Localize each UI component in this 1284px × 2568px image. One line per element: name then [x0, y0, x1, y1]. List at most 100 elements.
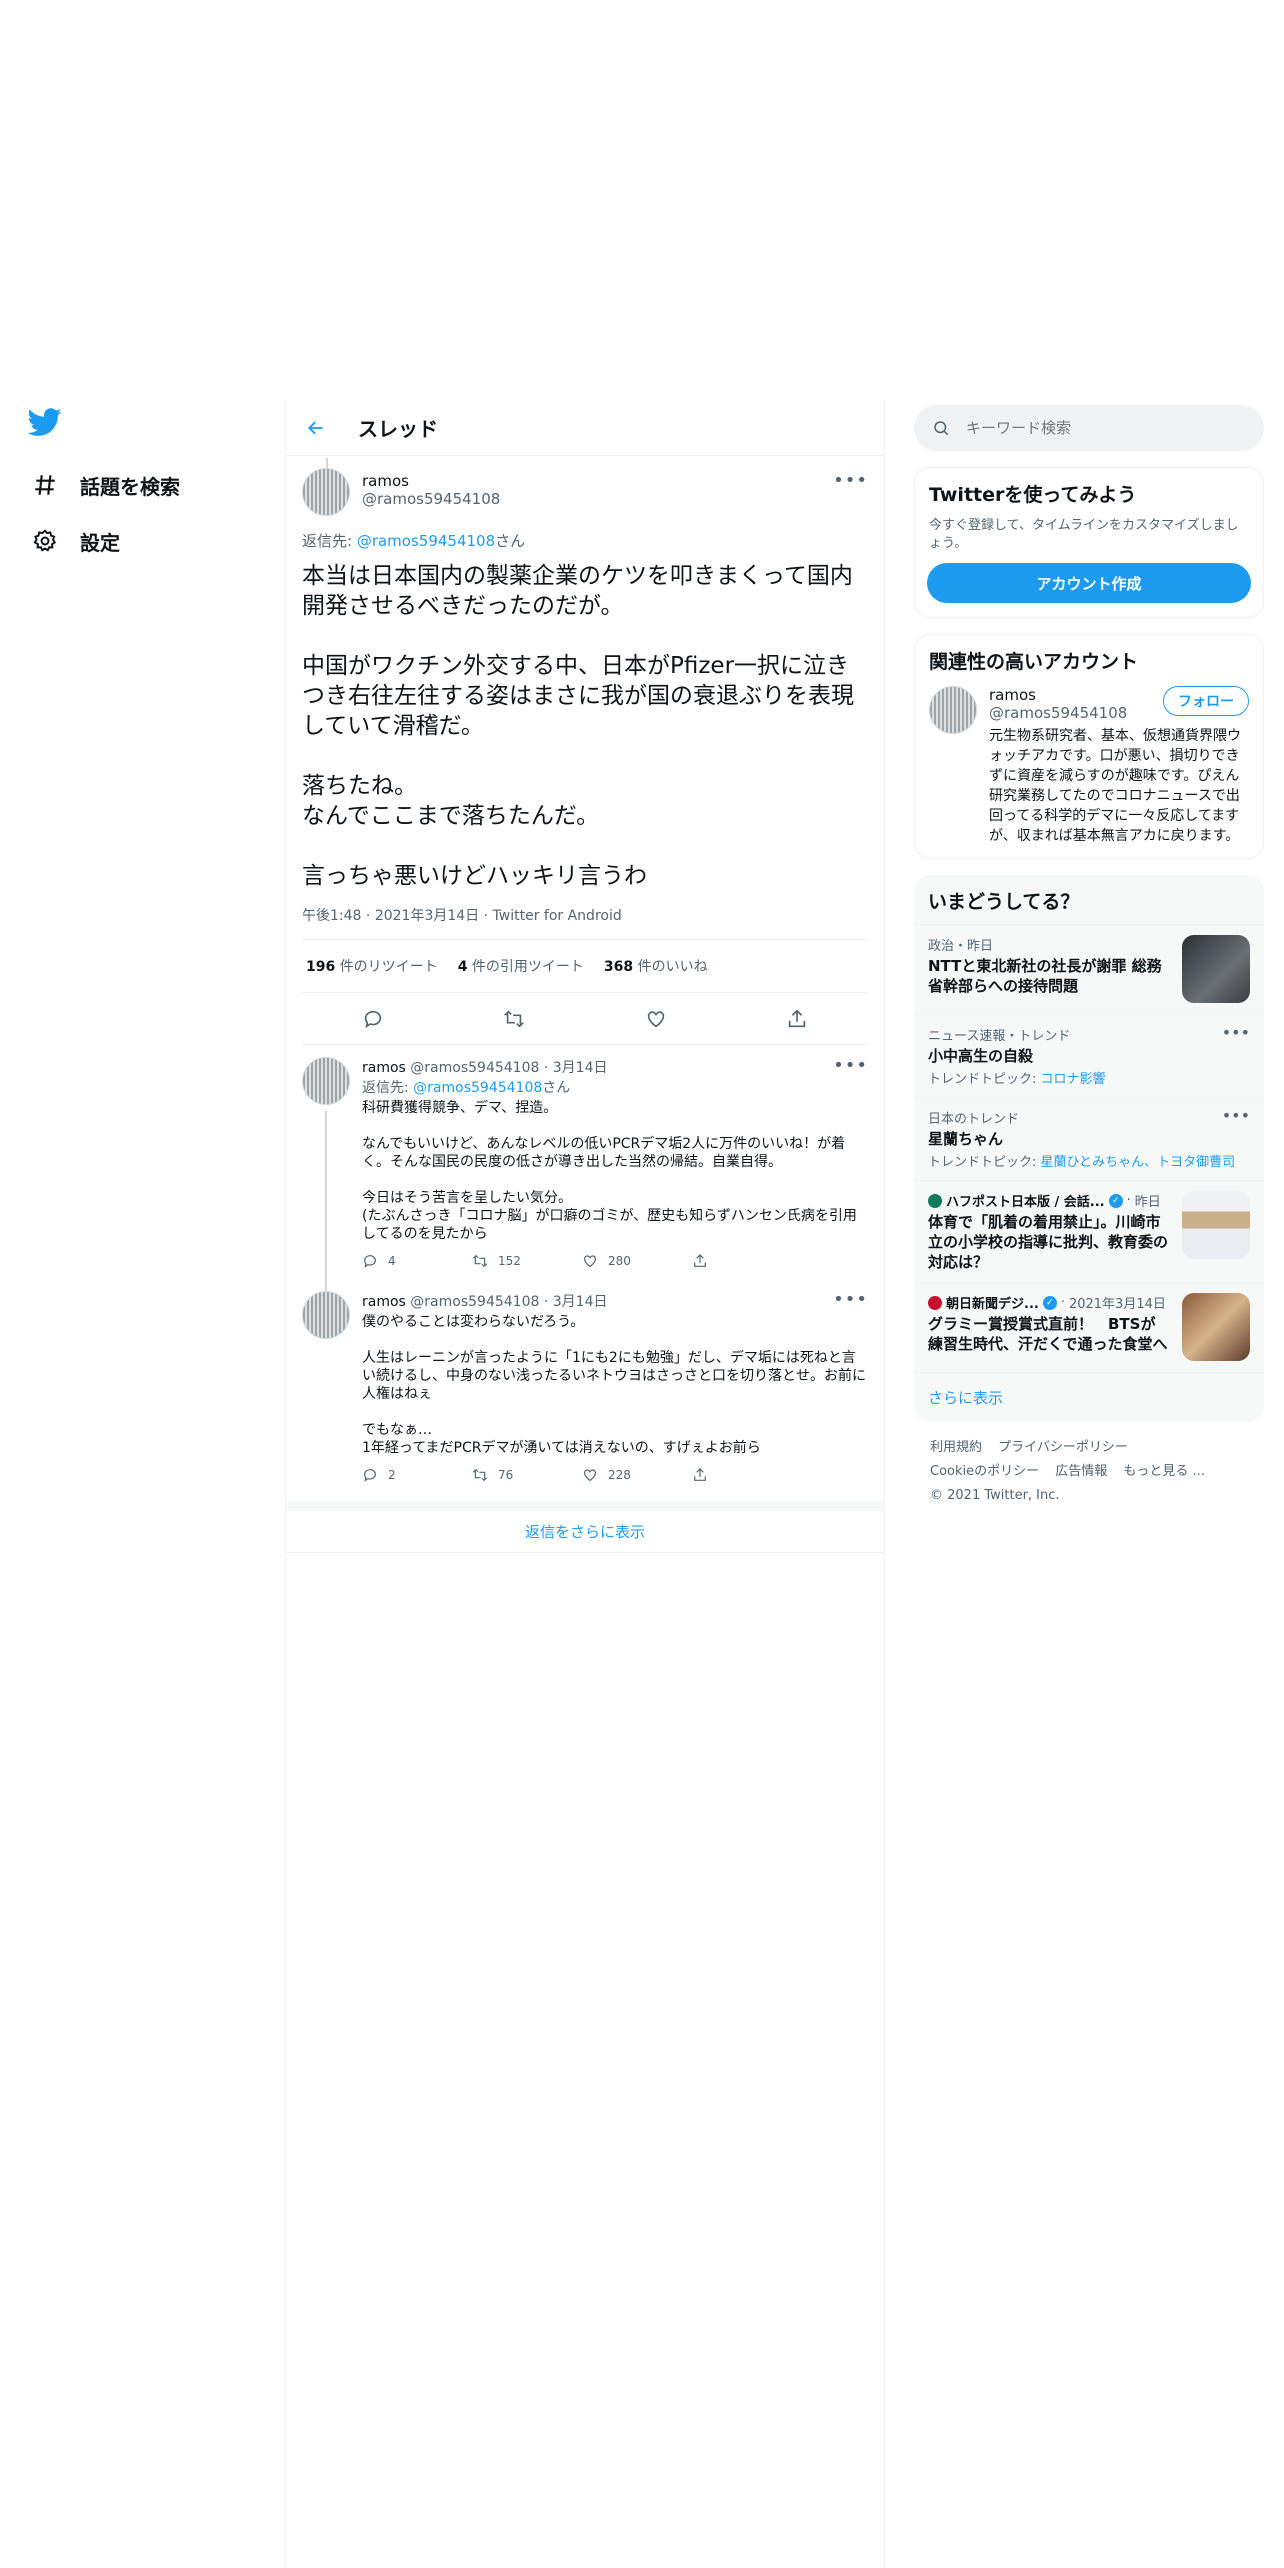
- trend-item[interactable]: 政治・昨日 NTTと東北新社の社長が謝罪 総務省幹部らへの接待問題: [914, 924, 1264, 1014]
- follow-button[interactable]: フォロー: [1163, 686, 1249, 716]
- trend-topic-link[interactable]: 星蘭ひとみちゃん、トヨタ御曹司: [1041, 1155, 1236, 1170]
- reply-date[interactable]: 3月14日: [553, 1294, 608, 1310]
- reply-to-line: 返信先: @ramos59454108さん: [362, 1077, 868, 1097]
- trend-item[interactable]: 日本のトレンド ••• 星蘭ちゃん トレンドトピック: 星蘭ひとみちゃん、トヨタ…: [914, 1097, 1264, 1180]
- trend-item[interactable]: ニュース速報・トレンド ••• 小中高生の自殺 トレンドトピック: コロナ影響: [914, 1014, 1264, 1097]
- nav-explore[interactable]: 話題を検索: [28, 457, 258, 513]
- nav-settings[interactable]: 設定: [28, 513, 258, 569]
- create-account-button[interactable]: アカウント作成: [927, 563, 1251, 603]
- like-button[interactable]: 228: [582, 1467, 692, 1483]
- source-name: ハフポスト日本版 / 会話...: [946, 1195, 1105, 1210]
- more-options-icon[interactable]: •••: [833, 1055, 868, 1076]
- related-bio: 元生物系研究者、基本、仮想通貨界隈ウォッチアカです。口が悪い、損切りできずに資産…: [989, 728, 1241, 844]
- avatar[interactable]: [929, 686, 977, 734]
- reply-actions: 4 152 280: [362, 1253, 868, 1269]
- like-icon[interactable]: [645, 1008, 667, 1030]
- retweet-button[interactable]: 76: [472, 1467, 582, 1483]
- related-account[interactable]: ramos @ramos59454108 フォロー 元生物系研究者、基本、仮想通…: [915, 674, 1263, 858]
- related-accounts-card: 関連性の高いアカウント ramos @ramos59454108 フォロー 元生…: [914, 634, 1264, 859]
- more-options-icon[interactable]: •••: [833, 1289, 868, 1310]
- like-button[interactable]: 280: [582, 1253, 692, 1269]
- share-icon: [694, 1468, 706, 1481]
- show-more-replies-button[interactable]: 返信をさらに表示: [286, 1501, 884, 1553]
- privacy-link[interactable]: プライバシーポリシー: [998, 1440, 1128, 1455]
- terms-link[interactable]: 利用規約: [930, 1440, 982, 1455]
- reply-to-prefix: 返信先:: [302, 532, 357, 550]
- reply-text: 科研費獲得競争、デマ、捏造。 なんでもいいけど、あんなレベルの低いPCRデマ垢2…: [362, 1100, 857, 1242]
- twitter-logo-icon[interactable]: [28, 405, 62, 439]
- reply-icon: [364, 1469, 376, 1482]
- reply-tweet[interactable]: ramos @ramos59454108 · 3月14日 ••• 僕のやることは…: [286, 1279, 884, 1493]
- ads-link[interactable]: 広告情報: [1055, 1464, 1107, 1479]
- trends-title: いまどうしてる？: [928, 891, 1080, 913]
- reply-to-suffix: さん: [542, 1080, 571, 1096]
- reply-to-link[interactable]: @ramos59454108: [357, 532, 495, 550]
- more-options-icon[interactable]: •••: [1222, 1106, 1250, 1125]
- trend-title: 星蘭ちゃん: [928, 1130, 1004, 1148]
- trend-item[interactable]: ハフポスト日本版 / 会話... ✓ · 昨日 体育で「肌着の着用禁止」。川崎市…: [914, 1180, 1264, 1282]
- related-name[interactable]: ramos: [989, 686, 1127, 704]
- reply-author-name[interactable]: ramos: [362, 1060, 406, 1076]
- reply-icon: [364, 1255, 376, 1268]
- page-title: スレッド: [358, 417, 438, 441]
- search-icon: [934, 421, 949, 436]
- back-arrow-icon[interactable]: [302, 414, 330, 442]
- retweet-count[interactable]: 196 件のリツイート: [306, 956, 438, 976]
- share-button[interactable]: [692, 1467, 802, 1483]
- trend-thumbnail: [1182, 1293, 1250, 1361]
- reply-author-handle[interactable]: @ramos59454108: [410, 1060, 539, 1076]
- tweet-time[interactable]: 午後1:48: [302, 908, 361, 924]
- retweet-icon[interactable]: [503, 1008, 525, 1030]
- search-box[interactable]: [914, 405, 1264, 451]
- source-avatar: [928, 1193, 942, 1208]
- trend-topic-link[interactable]: コロナ影響: [1041, 1072, 1106, 1087]
- reply-author-name[interactable]: ramos: [362, 1294, 406, 1310]
- trend-category: 日本のトレンド: [928, 1112, 1020, 1127]
- avatar[interactable]: [302, 468, 350, 516]
- source-avatar: [928, 1295, 942, 1310]
- trend-title: グラミー賞授賞式直前！ BTSが練習生時代、汗だくで通った食堂へ: [928, 1315, 1168, 1353]
- tweet-client[interactable]: Twitter for Android: [493, 908, 622, 924]
- source-time: 昨日: [1134, 1195, 1161, 1210]
- verified-badge-icon: ✓: [1042, 1295, 1057, 1310]
- hashtag-icon: [28, 468, 62, 502]
- trend-item[interactable]: 朝日新聞デジ... ✓ · 2021年3月14日 グラミー賞授賞式直前！ BTS…: [914, 1282, 1264, 1372]
- tweet-date[interactable]: 2021年3月14日: [375, 908, 479, 924]
- reply-author-handle[interactable]: @ramos59454108: [410, 1294, 539, 1310]
- right-sidebar: Twitterを使ってみよう 今すぐ登録して、タイムラインをカスタマイズしましょ…: [914, 405, 1264, 1522]
- related-handle[interactable]: @ramos59454108: [989, 704, 1127, 722]
- reply-icon[interactable]: [362, 1008, 384, 1030]
- reply-to-prefix: 返信先:: [362, 1080, 414, 1096]
- reply-button[interactable]: 4: [362, 1253, 472, 1269]
- focused-tweet: ramos @ramos59454108 ••• 返信先: @ramos5945…: [286, 456, 884, 1045]
- more-options-icon[interactable]: •••: [833, 470, 868, 491]
- related-title: 関連性の高いアカウント: [929, 651, 1139, 673]
- reply-tweet[interactable]: ramos @ramos59454108 · 3月14日 ••• 返信先: @r…: [286, 1045, 884, 1311]
- show-more-trends-link[interactable]: さらに表示: [914, 1372, 1264, 1422]
- trend-subtitle: トレンドトピック: コロナ影響: [928, 1072, 1106, 1087]
- author-handle[interactable]: @ramos59454108: [362, 490, 500, 508]
- more-options-icon[interactable]: •••: [1222, 1023, 1250, 1042]
- footer-more-link[interactable]: もっと見る ...: [1123, 1464, 1205, 1479]
- reply-button[interactable]: 2: [362, 1467, 472, 1483]
- avatar[interactable]: [302, 1291, 350, 1339]
- reply-count: 2: [388, 1468, 396, 1482]
- cookie-link[interactable]: Cookieのポリシー: [930, 1464, 1039, 1479]
- share-icon: [694, 1254, 706, 1267]
- reply-date[interactable]: 3月14日: [553, 1060, 608, 1076]
- retweet-icon: [472, 1254, 488, 1268]
- source-time: 2021年3月14日: [1068, 1297, 1166, 1312]
- avatar[interactable]: [302, 1057, 350, 1105]
- quote-count[interactable]: 4 件の引用ツイート: [458, 956, 584, 976]
- retweet-button[interactable]: 152: [472, 1253, 582, 1269]
- trend-source: ハフポスト日本版 / 会話... ✓ · 昨日: [928, 1191, 1168, 1210]
- search-input[interactable]: [966, 419, 1226, 437]
- author-name[interactable]: ramos: [362, 472, 500, 490]
- reply-to-link[interactable]: @ramos59454108: [413, 1080, 542, 1096]
- share-button[interactable]: [692, 1253, 802, 1269]
- trend-title: 体育で「肌着の着用禁止」。川崎市立の小学校の指導に批判、教育委の対応は？: [928, 1213, 1169, 1271]
- like-count[interactable]: 368 件のいいね: [604, 956, 708, 976]
- trend-category: ニュース速報・トレンド: [928, 1029, 1071, 1044]
- trends-card: いまどうしてる？ 政治・昨日 NTTと東北新社の社長が謝罪 総務省幹部らへの接待…: [914, 875, 1264, 1422]
- share-icon[interactable]: [786, 1008, 808, 1030]
